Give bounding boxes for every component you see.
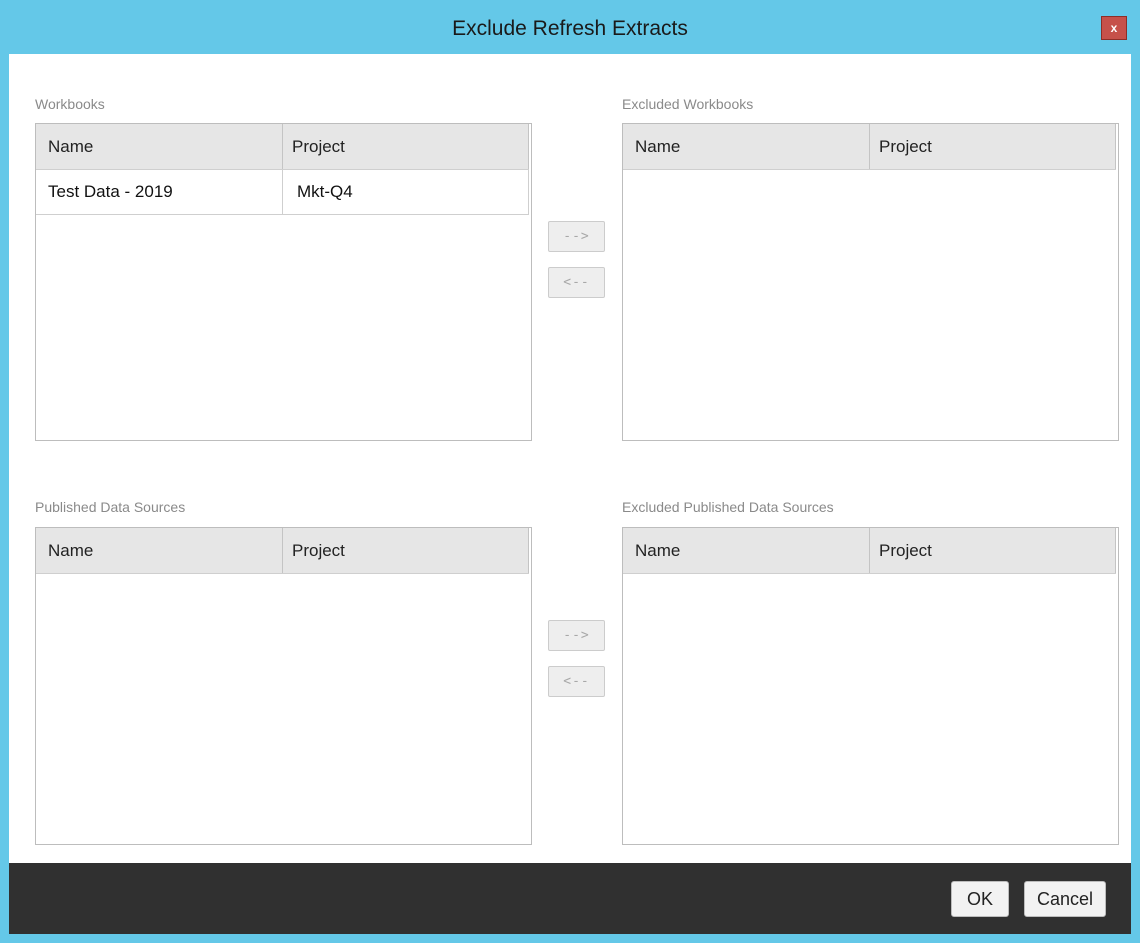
dialog-body: Workbooks Name Project Test Data - 2019 … (9, 54, 1131, 863)
column-header-project[interactable]: Project (870, 124, 1116, 169)
excluded-published-data-sources-grid-header: Name Project (623, 528, 1116, 574)
ok-button[interactable]: OK (951, 881, 1009, 917)
column-header-project[interactable]: Project (283, 528, 529, 573)
add-data-source-button[interactable]: --> (548, 620, 605, 651)
excluded-workbooks-grid-header: Name Project (623, 124, 1116, 170)
column-header-name[interactable]: Name (623, 124, 870, 169)
workbooks-grid-header: Name Project (36, 124, 529, 170)
excluded-published-data-sources-label: Excluded Published Data Sources (622, 499, 834, 515)
column-header-name[interactable]: Name (36, 528, 283, 573)
workbooks-grid[interactable]: Name Project Test Data - 2019 Mkt-Q4 (35, 123, 532, 441)
close-icon: x (1110, 21, 1118, 35)
column-header-name[interactable]: Name (623, 528, 870, 573)
column-header-project[interactable]: Project (283, 124, 529, 169)
remove-workbook-button[interactable]: <-- (548, 267, 605, 298)
published-data-sources-grid-header: Name Project (36, 528, 529, 574)
excluded-workbooks-grid[interactable]: Name Project (622, 123, 1119, 441)
close-button[interactable]: x (1101, 16, 1127, 40)
table-row[interactable]: Test Data - 2019 Mkt-Q4 (36, 170, 529, 215)
dialog-window: Exclude Refresh Extracts x Workbooks Nam… (0, 0, 1140, 943)
column-header-name[interactable]: Name (36, 124, 283, 169)
row-project-cell: Mkt-Q4 (297, 182, 353, 201)
dialog-title: Exclude Refresh Extracts (452, 17, 688, 40)
remove-data-source-button[interactable]: <-- (548, 666, 605, 697)
excluded-published-data-sources-grid[interactable]: Name Project (622, 527, 1119, 845)
excluded-workbooks-label: Excluded Workbooks (622, 96, 754, 112)
cancel-button[interactable]: Cancel (1024, 881, 1106, 917)
row-name-cell: Test Data - 2019 (36, 170, 283, 214)
workbooks-label: Workbooks (35, 96, 105, 112)
title-bar: Exclude Refresh Extracts x (0, 0, 1140, 54)
add-workbook-button[interactable]: --> (548, 221, 605, 252)
dialog-footer: OK Cancel (9, 863, 1131, 934)
published-data-sources-grid[interactable]: Name Project (35, 527, 532, 845)
column-header-project[interactable]: Project (870, 528, 1116, 573)
published-data-sources-label: Published Data Sources (35, 499, 186, 515)
